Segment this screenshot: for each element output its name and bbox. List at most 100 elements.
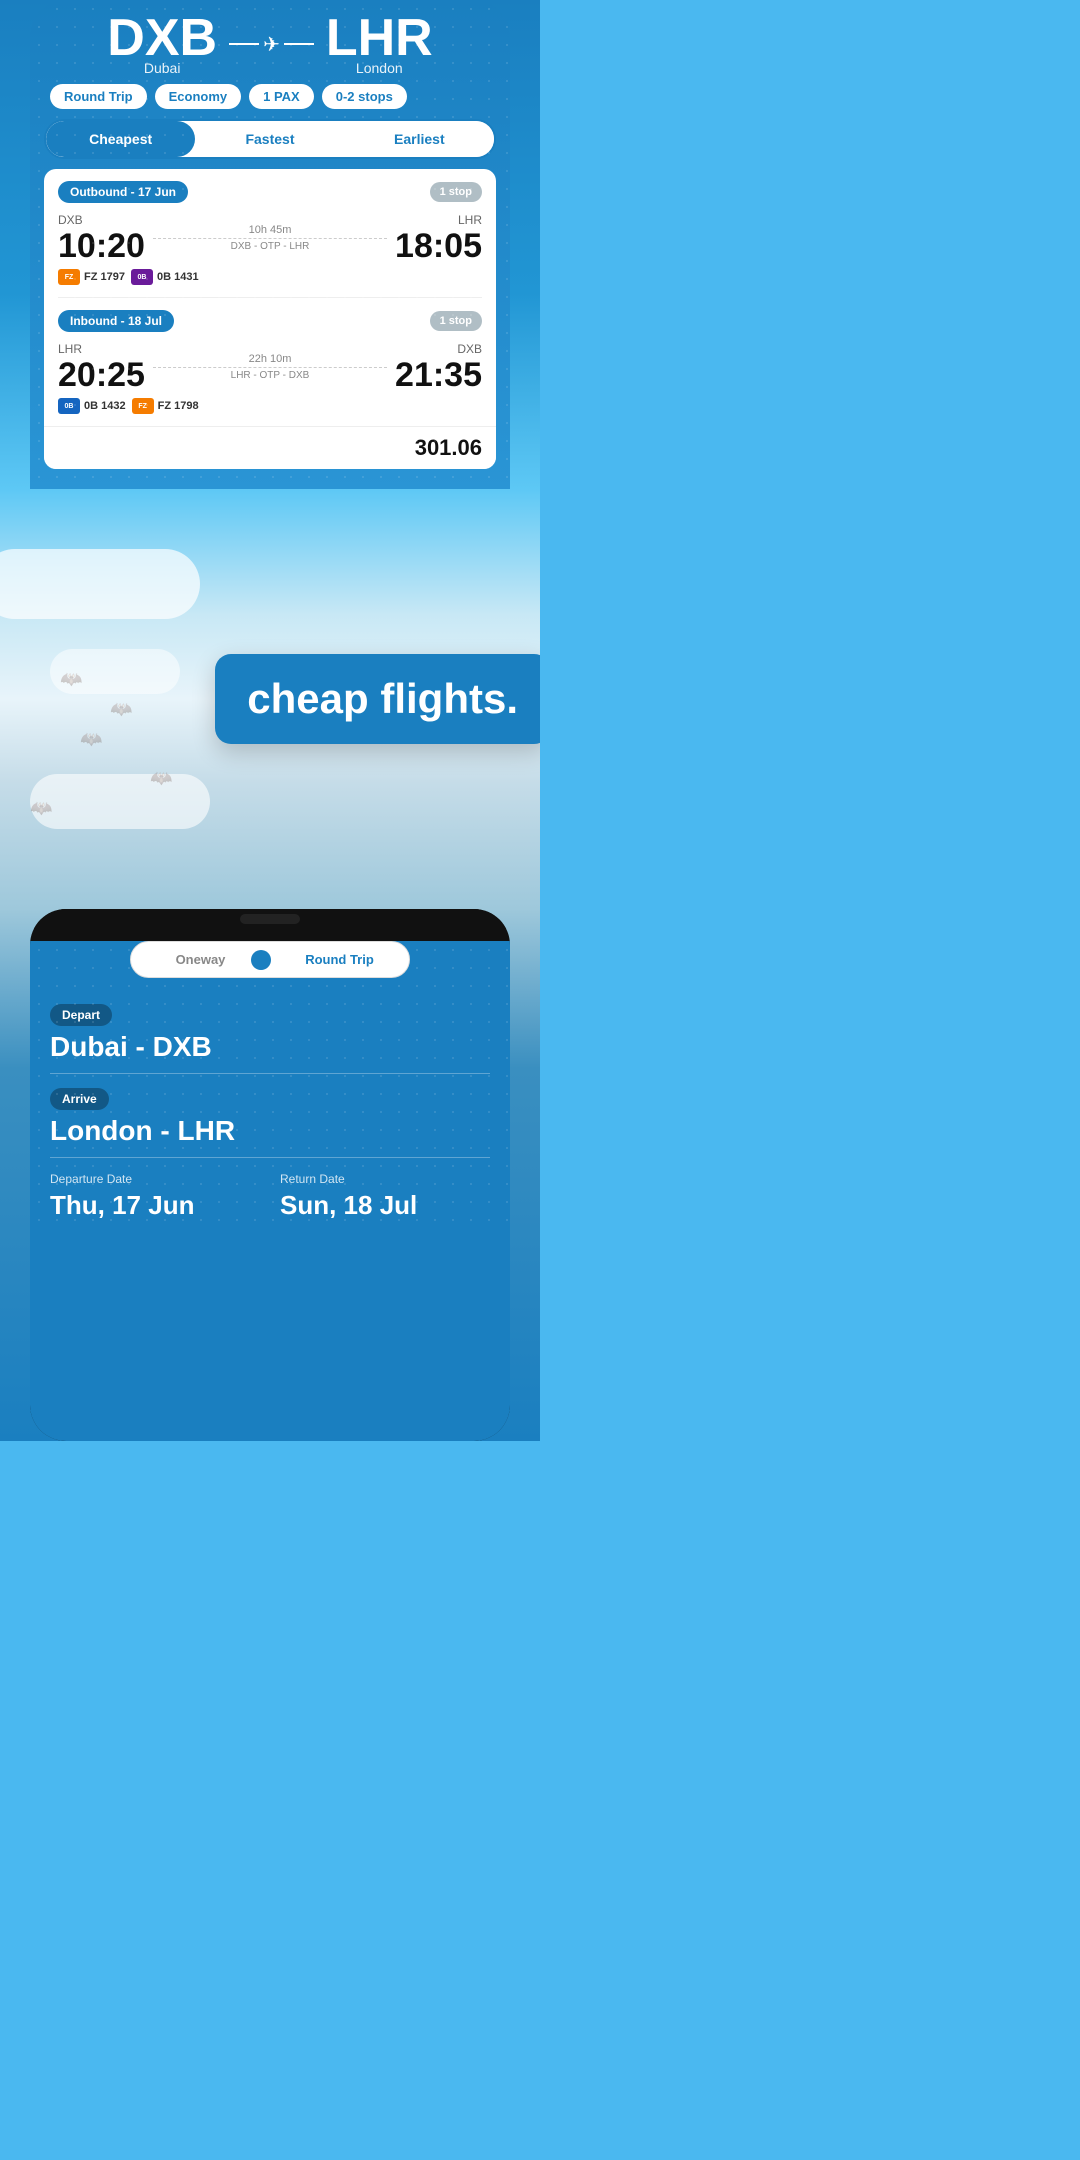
- outbound-duration: 10h 45m: [153, 224, 387, 236]
- departure-date-value[interactable]: Thu, 17 Jun: [50, 1190, 260, 1221]
- cloud-2: [30, 774, 210, 829]
- toggle-oneway[interactable]: Oneway: [131, 942, 270, 977]
- filter-pills: Round Trip Economy 1 PAX 0-2 stops: [30, 84, 510, 109]
- date-row: Departure Date Thu, 17 Jun Return Date S…: [30, 1172, 510, 1221]
- dash-right: [153, 367, 387, 368]
- outbound-label: Outbound - 17 Jun: [58, 181, 188, 203]
- tab-earliest[interactable]: Earliest: [345, 121, 494, 157]
- outbound-origin: DXB 10:20: [58, 213, 145, 263]
- inbound-stops: 1 stop: [430, 311, 482, 331]
- route-arrow: ✈: [229, 32, 314, 57]
- bat-3: 🦇: [80, 729, 102, 750]
- inbound-times: LHR 20:25 22h 10m LHR - OTP - DXB DXB: [58, 342, 482, 392]
- depart-value[interactable]: Dubai - DXB: [50, 1032, 490, 1074]
- arrow-line-right: [284, 43, 314, 45]
- depart-field-group: Depart Dubai - DXB: [30, 990, 510, 1074]
- outbound-segment: Outbound - 17 Jun 1 stop DXB 10:20 10h 4…: [44, 169, 496, 297]
- section-top: DXB Dubai ✈ LHR London Round Trip Econom…: [0, 0, 540, 489]
- phone-bottom: Oneway Round Trip Depart Dubai - DXB Arr…: [30, 909, 510, 1441]
- origin-code: DXB: [107, 12, 217, 64]
- cloud-1: [0, 549, 200, 619]
- inbound-destination: DXB 21:35: [395, 342, 482, 392]
- inbound-flight-1: 0B 1432: [84, 400, 126, 412]
- outbound-arrival-time: 18:05: [395, 229, 482, 263]
- toggle-roundtrip[interactable]: Round Trip: [270, 942, 409, 977]
- outbound-departure-time: 10:20: [58, 229, 145, 263]
- inbound-airline-1: 0B 0B 1432: [58, 398, 126, 414]
- outbound-line: [153, 238, 387, 239]
- tagline-text: cheap flights.: [247, 676, 518, 722]
- stops-pill[interactable]: 0-2 stops: [322, 84, 407, 109]
- inbound-line: [153, 367, 387, 368]
- notch-pill: [240, 914, 300, 924]
- inbound-path: 22h 10m LHR - OTP - DXB: [145, 353, 395, 381]
- arrive-value[interactable]: London - LHR: [50, 1116, 490, 1158]
- tab-fastest[interactable]: Fastest: [195, 121, 344, 157]
- departure-date-label: Departure Date: [50, 1172, 260, 1186]
- route-header: DXB Dubai ✈ LHR London: [30, 0, 510, 84]
- blueair-logo: 0B: [131, 269, 153, 285]
- flydubai-logo-2: FZ: [132, 398, 154, 414]
- cabin-pill[interactable]: Economy: [155, 84, 242, 109]
- bat-2: 🦇: [110, 699, 132, 720]
- destination-city: London: [326, 60, 433, 76]
- outbound-route: DXB - OTP - LHR: [153, 241, 387, 252]
- outbound-stops: 1 stop: [430, 182, 482, 202]
- inbound-departure-time: 20:25: [58, 358, 145, 392]
- inbound-arrival-time: 21:35: [395, 358, 482, 392]
- depart-label: Depart: [50, 1004, 112, 1026]
- inbound-route: LHR - OTP - DXB: [153, 370, 387, 381]
- inbound-airline-2: FZ FZ 1798: [132, 398, 199, 414]
- inbound-label: Inbound - 18 Jul: [58, 310, 174, 332]
- outbound-dest-code: LHR: [395, 213, 482, 227]
- blueair-logo-2: 0B: [58, 398, 80, 414]
- inbound-origin: LHR 20:25: [58, 342, 145, 392]
- inbound-duration: 22h 10m: [153, 353, 387, 365]
- bat-4: 🦇: [150, 768, 172, 789]
- price-peek: 301.06: [44, 426, 496, 469]
- inbound-header: Inbound - 18 Jul 1 stop: [58, 310, 482, 332]
- destination-code: LHR: [326, 12, 433, 64]
- middle-section: 🦇 🦇 🦇 🦇 🦇 cheap flights.: [0, 489, 540, 909]
- outbound-origin-code: DXB: [58, 213, 145, 227]
- section-bottom: Oneway Round Trip Depart Dubai - DXB Arr…: [0, 909, 540, 1441]
- inbound-airlines: 0B 0B 1432 FZ FZ 1798: [58, 398, 482, 414]
- departure-date-block: Departure Date Thu, 17 Jun: [50, 1172, 260, 1221]
- return-date-value[interactable]: Sun, 18 Jul: [280, 1190, 490, 1221]
- bat-5: 🦇: [30, 798, 52, 819]
- inbound-flight-2: FZ 1798: [158, 400, 199, 412]
- bat-1: 🦇: [60, 669, 82, 690]
- phone-notch: [30, 909, 510, 929]
- trip-type-pill[interactable]: Round Trip: [50, 84, 147, 109]
- outbound-times: DXB 10:20 10h 45m DXB - OTP - LHR LHR: [58, 213, 482, 263]
- tab-cheapest[interactable]: Cheapest: [46, 121, 195, 157]
- origin-city: Dubai: [107, 60, 217, 76]
- outbound-flight-2: 0B 1431: [157, 271, 199, 283]
- tagline-card: cheap flights.: [215, 654, 540, 744]
- outbound-airline-1: FZ FZ 1797: [58, 269, 125, 285]
- outbound-path: 10h 45m DXB - OTP - LHR: [145, 224, 395, 252]
- return-date-block: Return Date Sun, 18 Jul: [280, 1172, 490, 1221]
- dash-left: [153, 238, 387, 239]
- phone-top: DXB Dubai ✈ LHR London Round Trip Econom…: [30, 0, 510, 489]
- trip-toggle[interactable]: Oneway Round Trip: [130, 941, 410, 978]
- outbound-destination: LHR 18:05: [395, 213, 482, 263]
- plane-icon: ✈: [263, 32, 280, 57]
- search-form: Oneway Round Trip Depart Dubai - DXB Arr…: [30, 941, 510, 1441]
- sort-tabs: Cheapest Fastest Earliest: [44, 119, 496, 159]
- inbound-origin-code: LHR: [58, 342, 145, 356]
- destination-block: LHR London: [326, 12, 433, 76]
- inbound-segment: Inbound - 18 Jul 1 stop LHR 20:25 22h 10…: [44, 298, 496, 426]
- flight-results: Outbound - 17 Jun 1 stop DXB 10:20 10h 4…: [44, 169, 496, 469]
- arrow-line-left: [229, 43, 259, 45]
- screen-top: DXB Dubai ✈ LHR London Round Trip Econom…: [30, 0, 510, 489]
- arrive-field-group: Arrive London - LHR: [30, 1074, 510, 1158]
- flydubai-logo: FZ: [58, 269, 80, 285]
- arrive-label: Arrive: [50, 1088, 109, 1110]
- outbound-header: Outbound - 17 Jun 1 stop: [58, 181, 482, 203]
- pax-pill[interactable]: 1 PAX: [249, 84, 314, 109]
- outbound-airlines: FZ FZ 1797 0B 0B 1431: [58, 269, 482, 285]
- outbound-airline-2: 0B 0B 1431: [131, 269, 199, 285]
- return-date-label: Return Date: [280, 1172, 490, 1186]
- origin-block: DXB Dubai: [107, 12, 217, 76]
